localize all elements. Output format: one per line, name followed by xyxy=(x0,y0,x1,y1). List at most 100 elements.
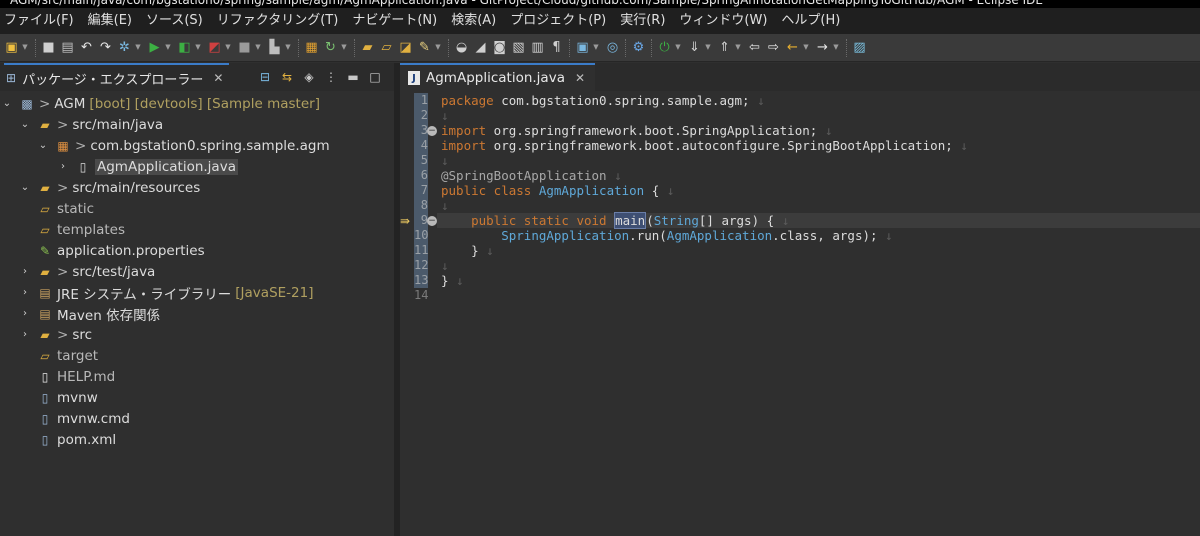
new-java-project-icon[interactable]: ▦ xyxy=(303,39,320,57)
external-tools-icon[interactable]: ◩ xyxy=(206,39,223,57)
tree-item-src[interactable]: › ▰ > src xyxy=(18,324,92,345)
tree-item-help-md[interactable]: ▯ HELP.md xyxy=(36,366,116,387)
minimize-icon[interactable]: ▬ xyxy=(342,70,364,84)
collapse-chevron-icon[interactable]: ⌄ xyxy=(18,182,32,193)
redo-icon[interactable]: ↷ xyxy=(97,39,114,57)
next-annotation-icon[interactable]: ⇓ xyxy=(686,39,703,57)
tree-item-static[interactable]: ▱ static xyxy=(36,198,94,219)
fold-collapse-icon[interactable]: − xyxy=(427,126,437,136)
marker-dropdown-icon[interactable]: ▼ xyxy=(434,39,442,57)
code-area[interactable]: package com.bgstation0.spring.sample.agm… xyxy=(437,91,1200,536)
menu-refactor[interactable]: リファクタリング(T) xyxy=(213,8,349,34)
marker-icon[interactable]: ✎ xyxy=(416,39,433,57)
stop-icon[interactable]: ■ xyxy=(236,39,253,57)
collapse-chevron-icon[interactable]: ⌄ xyxy=(36,140,50,151)
breadcrumb-icon[interactable]: ◙ xyxy=(491,39,508,57)
run-icon[interactable]: ▶ xyxy=(146,39,163,57)
new-class-icon[interactable]: ↻ xyxy=(322,39,339,57)
tree-item-pom-xml[interactable]: ▯ pom.xml xyxy=(36,429,116,450)
whitespace-icon[interactable]: ¶ xyxy=(548,39,565,57)
save-icon[interactable]: ■ xyxy=(40,39,57,57)
filter-icon[interactable]: ◈ xyxy=(298,70,320,84)
gear-icon[interactable]: ⚙ xyxy=(630,39,647,57)
fold-collapse-icon[interactable]: − xyxy=(427,216,437,226)
prev-annotation-dropdown-icon[interactable]: ▼ xyxy=(734,39,742,57)
external-tools-dropdown-icon[interactable]: ▼ xyxy=(224,39,232,57)
menu-source[interactable]: ソース(S) xyxy=(142,8,213,34)
menu-window[interactable]: ウィンドウ(W) xyxy=(675,8,777,34)
stop-dropdown-icon[interactable]: ▼ xyxy=(254,39,262,57)
expand-chevron-icon[interactable]: › xyxy=(18,266,32,277)
forward-icon[interactable]: → xyxy=(814,39,831,57)
view-menu-icon[interactable]: ⋮ xyxy=(320,70,342,84)
comment-dropdown-icon[interactable]: ▼ xyxy=(592,39,600,57)
tree-item-mvnw-cmd[interactable]: ▯ mvnw.cmd xyxy=(36,408,130,429)
tab-package-explorer[interactable]: ⊞ パッケージ・エクスプローラー ✕ xyxy=(4,63,230,91)
save-all-icon[interactable]: ▤ xyxy=(59,39,76,57)
open-folder-icon[interactable]: ◪ xyxy=(397,39,414,57)
power-dropdown-icon[interactable]: ▼ xyxy=(674,39,682,57)
occurrences-icon[interactable]: ◒ xyxy=(453,39,470,57)
pin-editor-icon[interactable]: ▨ xyxy=(851,39,868,57)
back-dropdown-icon[interactable]: ▼ xyxy=(802,39,810,57)
prev-annotation-icon[interactable]: ⇑ xyxy=(716,39,733,57)
tree-item-package[interactable]: ⌄ ▦ > com.bgstation0.spring.sample.agm xyxy=(36,135,330,156)
menu-help[interactable]: ヘルプ(H) xyxy=(777,8,850,34)
code-text: org.springframework.boot.SpringApplicati… xyxy=(486,123,818,138)
forward-edit-icon[interactable]: ⇨ xyxy=(765,39,782,57)
tree-item-maven-dependencies[interactable]: › ▤ Maven 依存関係 xyxy=(18,303,160,324)
collapse-all-icon[interactable]: ⊟ xyxy=(254,70,276,84)
menu-file[interactable]: ファイル(F) xyxy=(0,8,84,34)
tree-item-target[interactable]: ▱ target xyxy=(36,345,98,366)
menu-run[interactable]: 実行(R) xyxy=(616,8,675,34)
new-icon[interactable]: ▣ xyxy=(3,39,20,57)
expand-chevron-icon[interactable]: › xyxy=(56,161,70,172)
tab-agm-application[interactable]: J AgmApplication.java ✕ xyxy=(400,63,596,91)
collapse-chevron-icon[interactable]: ⌄ xyxy=(0,98,14,109)
collapse-chevron-icon[interactable]: ⌄ xyxy=(18,119,32,130)
run-dropdown-icon[interactable]: ▼ xyxy=(164,39,172,57)
expand-chevron-icon[interactable]: › xyxy=(18,308,32,319)
deploy-dropdown-icon[interactable]: ▼ xyxy=(284,39,292,57)
last-edit-icon[interactable]: ⇦ xyxy=(746,39,763,57)
undo-icon[interactable]: ↶ xyxy=(78,39,95,57)
menu-navigate[interactable]: ナビゲート(N) xyxy=(348,8,447,34)
new-class-dropdown-icon[interactable]: ▼ xyxy=(340,39,348,57)
expand-chevron-icon[interactable]: › xyxy=(18,329,32,340)
tree-item-agm-application[interactable]: › ▯ AgmApplication.java xyxy=(56,156,238,177)
debug-icon[interactable]: ✲ xyxy=(116,39,133,57)
block-selection-icon[interactable]: ▧ xyxy=(510,39,527,57)
tree-item-mvnw[interactable]: ▯ mvnw xyxy=(36,387,98,408)
menu-search[interactable]: 検索(A) xyxy=(447,8,506,34)
debug-dropdown-icon[interactable]: ▼ xyxy=(134,39,142,57)
tree-item-src-main-java[interactable]: ⌄ ▰ > src/main/java xyxy=(18,114,163,135)
link-with-editor-icon[interactable]: ⇆ xyxy=(276,70,298,84)
word-wrap-icon[interactable]: ▥ xyxy=(529,39,546,57)
menu-project[interactable]: プロジェクト(P) xyxy=(506,8,616,34)
tree-item-templates[interactable]: ▱ templates xyxy=(36,219,125,240)
line-number: 12 xyxy=(414,258,429,273)
tree-item-src-main-resources[interactable]: ⌄ ▰ > src/main/resources xyxy=(18,177,200,198)
tree-item-application-properties[interactable]: ✎ application.properties xyxy=(36,240,205,261)
search-icon[interactable]: ◎ xyxy=(604,39,621,57)
menu-edit[interactable]: 編集(E) xyxy=(84,8,142,34)
close-icon[interactable]: ✕ xyxy=(575,71,585,85)
toggle-comment-icon[interactable]: ▣ xyxy=(574,39,591,57)
power-icon[interactable]: ⏻ xyxy=(656,39,673,57)
maximize-icon[interactable]: □ xyxy=(364,70,386,84)
deploy-icon[interactable]: ▙ xyxy=(266,39,283,57)
open-task-icon[interactable]: ▱ xyxy=(378,39,395,57)
back-icon[interactable]: ← xyxy=(784,39,801,57)
coverage-dropdown-icon[interactable]: ▼ xyxy=(194,39,202,57)
expand-chevron-icon[interactable]: › xyxy=(18,287,32,298)
forward-dropdown-icon[interactable]: ▼ xyxy=(832,39,840,57)
new-dropdown-icon[interactable]: ▼ xyxy=(21,39,29,57)
pen-icon[interactable]: ◢ xyxy=(472,39,489,57)
next-annotation-dropdown-icon[interactable]: ▼ xyxy=(704,39,712,57)
run-coverage-icon[interactable]: ◧ xyxy=(176,39,193,57)
tree-item-src-test-java[interactable]: › ▰ > src/test/java xyxy=(18,261,155,282)
close-icon[interactable]: ✕ xyxy=(213,71,223,85)
open-type-icon[interactable]: ▰ xyxy=(359,39,376,57)
tree-item-jre-library[interactable]: › ▤ JRE システム・ライブラリー [JavaSE-21] xyxy=(18,282,313,303)
tree-item-agm[interactable]: ⌄ ▩ > AGM [boot] [devtools] [Sample mast… xyxy=(0,93,320,114)
